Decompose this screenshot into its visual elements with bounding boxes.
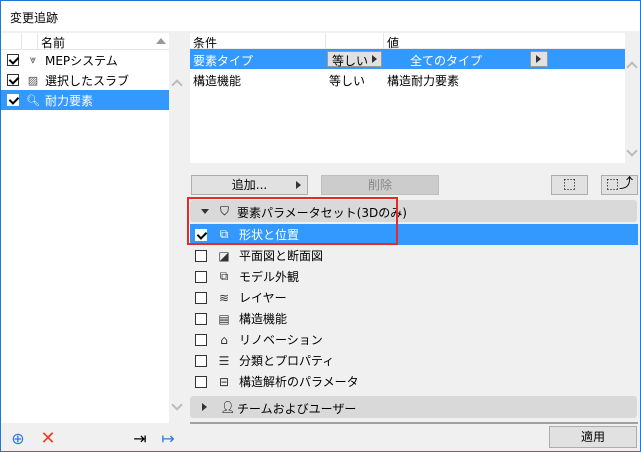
checkbox[interactable]: [195, 333, 207, 346]
checkbox[interactable]: [195, 270, 207, 283]
add-label: 追加...: [231, 178, 268, 192]
item-label: MEPシステム: [45, 53, 118, 68]
param-item[interactable]: ⧉ モデル外観: [190, 266, 638, 287]
export-button[interactable]: ↦: [157, 427, 179, 449]
delete-icon: ✕: [40, 427, 56, 449]
param-item[interactable]: ☰ 分類とプロパティ: [190, 350, 638, 371]
highlight-box: [187, 197, 398, 245]
param-item[interactable]: ▤ 構造機能: [190, 308, 638, 329]
condition: 要素タイプ: [193, 54, 254, 68]
param-label: レイヤー: [239, 291, 287, 305]
structural-search-icon: 🔍︎: [26, 93, 40, 107]
new-filter-button[interactable]: ⊕: [7, 427, 29, 449]
operator-dropdown[interactable]: 等しい: [327, 51, 382, 68]
frame-icon: ⬚: [562, 176, 577, 192]
param-label: 構造解析のパラメータ: [239, 375, 359, 389]
window-title: 変更追跡: [10, 11, 59, 25]
operator-value: 等しい: [332, 54, 369, 68]
add-button[interactable]: 追加...: [191, 175, 308, 195]
criteria-row[interactable]: 要素タイプ 等しい 全てのタイプ: [190, 49, 625, 69]
group-label: チームおよびユーザー: [237, 402, 357, 416]
criteria-header: 条件 値: [190, 33, 625, 50]
value: 全てのタイプ: [410, 54, 483, 68]
value-dropdown[interactable]: [530, 51, 548, 67]
apply-label: 適用: [580, 430, 605, 444]
param-item[interactable]: ⌂ リノベーション: [190, 329, 638, 350]
frame-select-button[interactable]: ⬚⤴: [601, 175, 638, 195]
list-item[interactable]: ▨ 選択したスラブ: [1, 70, 169, 90]
param-label: リノベーション: [239, 333, 323, 347]
frame-arrow-icon: ⬚⤴: [605, 176, 634, 192]
list-item[interactable]: 🔍︎ 耐力要素: [1, 90, 169, 110]
add-filter-icon: ⊕: [11, 428, 25, 448]
divider: [190, 422, 638, 424]
import-button[interactable]: ⇥: [129, 427, 151, 449]
user-icon: 👤︎: [220, 400, 236, 414]
param-label: モデル外観: [239, 270, 300, 284]
left-toolbar: ⊕ ✕ ⇥ ↦: [1, 424, 186, 451]
delete-button[interactable]: 削除: [321, 175, 439, 195]
param-label: 平面図と断面図: [239, 249, 324, 263]
filter-list: 名前 ⩔ MEPシステム ▨ 選択したスラブ 🔍︎ 耐力要素: [1, 33, 169, 423]
export-icon: ↦: [161, 428, 175, 448]
criteria-row[interactable]: 構造機能 等しい 構造耐力要素: [190, 69, 625, 89]
slab-icon: ▨: [27, 73, 39, 87]
item-label: 耐力要素: [45, 93, 94, 108]
value: 構造耐力要素: [387, 74, 460, 88]
structural-analysis-icon: ⊟: [218, 374, 230, 389]
param-label: 構造機能: [239, 312, 288, 326]
title-bar: 変更追跡: [0, 0, 641, 31]
checkbox[interactable]: [195, 249, 207, 262]
structural-function-icon: ▤: [218, 311, 230, 326]
arrow-right-icon: [296, 181, 301, 189]
param-label: 分類とプロパティ: [239, 354, 335, 368]
list-item[interactable]: ⩔ MEPシステム: [1, 50, 169, 70]
layers-icon: ≋: [218, 290, 230, 305]
operator: 等しい: [329, 74, 366, 88]
import-icon: ⇥: [133, 428, 147, 448]
param-item[interactable]: ◪ 平面図と断面図: [190, 245, 638, 266]
apply-button[interactable]: 適用: [549, 426, 637, 448]
criteria-scrollbar[interactable]: [625, 33, 640, 163]
chevron-right-icon: [202, 403, 207, 411]
checkbox[interactable]: [7, 54, 19, 66]
classification-icon: ☰: [218, 353, 230, 368]
scroll-up-icon[interactable]: [626, 61, 638, 73]
arrow-right-icon: [536, 55, 541, 63]
column-name: 名前: [41, 36, 66, 50]
renovation-icon: ⌂: [220, 332, 228, 347]
checkbox[interactable]: [7, 94, 19, 106]
checkbox[interactable]: [195, 375, 207, 388]
item-label: 選択したスラブ: [45, 73, 130, 88]
sort-asc-icon: [156, 38, 166, 44]
param-item[interactable]: ⊟ 構造解析のパラメータ: [190, 371, 638, 392]
param-item[interactable]: ≋ レイヤー: [190, 287, 638, 308]
condition: 構造機能: [193, 74, 242, 88]
criteria-table: 条件 値 要素タイプ 等しい 全てのタイプ 構造機能 等しい 構造耐力要素: [190, 33, 625, 163]
checkbox[interactable]: [195, 291, 207, 304]
model-appearance-icon: ⧉: [219, 269, 229, 283]
mep-icon: ⩔: [29, 53, 37, 66]
checkbox[interactable]: [195, 312, 207, 325]
checkbox[interactable]: [195, 354, 207, 367]
scroll-up-icon[interactable]: [171, 79, 183, 91]
list-header[interactable]: 名前: [1, 33, 169, 50]
team-group-header[interactable]: 👤︎ チームおよびユーザー: [190, 396, 637, 418]
scroll-down-icon[interactable]: [626, 145, 638, 157]
delete-filter-button[interactable]: ✕: [37, 427, 59, 449]
scroll-down-icon[interactable]: [171, 399, 183, 411]
arrow-right-icon: [372, 55, 377, 63]
select-all-button[interactable]: ⬚: [551, 175, 588, 195]
left-scrollbar[interactable]: [169, 33, 186, 423]
delete-label: 削除: [367, 178, 392, 192]
checkbox[interactable]: [7, 74, 19, 86]
floorplan-section-icon: ◪: [218, 248, 230, 263]
